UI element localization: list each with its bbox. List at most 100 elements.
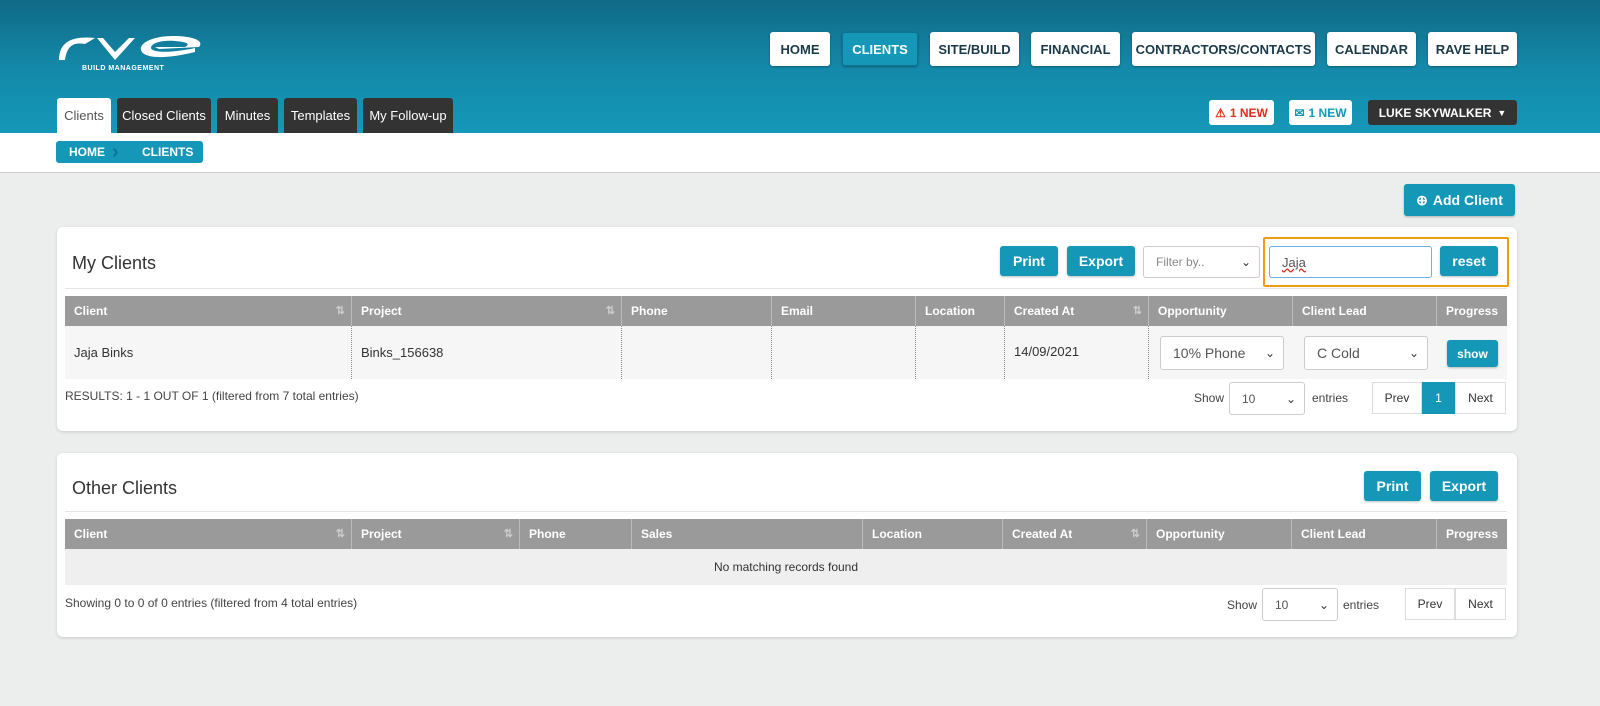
col-created-at[interactable]: Created At ⇅ [1003,519,1147,549]
col-opportunity[interactable]: Opportunity [1149,296,1293,326]
user-name: LUKE SKYWALKER [1378,105,1492,120]
panel-title: My Clients [72,253,157,273]
prev-page-button[interactable]: Prev [1405,588,1455,620]
chevron-down-icon: ⌄ [1318,597,1329,612]
chevron-down-icon: ⌄ [1408,346,1419,360]
breadcrumb-bar [0,133,1600,173]
col-project[interactable]: Project ⇅ [352,519,520,549]
chevron-down-icon: ⌄ [1285,391,1296,406]
sort-icon: ⇅ [605,305,615,317]
col-progress[interactable]: Progress [1437,296,1507,326]
export-button[interactable]: Export [1067,246,1135,276]
warning-badge[interactable]: ⚠ 1 NEW [1209,100,1274,125]
breadcrumb-separator-icon: › [112,141,119,163]
header: BUILD MANAGEMENT HOME CLIENTS SITE/BUILD… [0,0,1600,133]
cell-phone [622,326,772,379]
mail-badge[interactable]: ✉ 1 NEW [1289,100,1352,125]
show-label: Show [1227,598,1258,612]
nav-contractors[interactable]: CONTRACTORS/CONTACTS [1132,32,1315,66]
table-header: Client ⇅ Project ⇅ Phone Sales Location Cr… [65,519,1507,549]
col-opportunity[interactable]: Opportunity [1147,519,1292,549]
col-client-lead[interactable]: Client Lead [1293,296,1437,326]
col-progress[interactable]: Progress [1437,519,1507,549]
warning-count: 1 NEW [1229,105,1268,120]
sort-icon: ⇅ [335,305,345,317]
prev-page-button[interactable]: Prev [1372,382,1422,414]
show-label: Show [1194,391,1225,405]
col-client[interactable]: Client ⇅ [65,296,352,326]
breadcrumb-home[interactable]: HOME [69,145,105,159]
divider [65,511,1507,512]
page-1-button[interactable]: 1 [1422,382,1455,414]
nav-financial[interactable]: FINANCIAL [1031,32,1120,66]
filter-select[interactable]: Filter by.. ⌄ [1143,246,1260,278]
col-created-at[interactable]: Created At ⇅ [1005,296,1149,326]
panel-title: Other Clients [72,478,178,498]
col-location[interactable]: Location [863,519,1003,549]
print-button[interactable]: Print [1364,471,1421,501]
filter-placeholder: Filter by.. [1156,255,1205,269]
divider [65,288,1507,289]
nav-rave-help[interactable]: RAVE HELP [1428,32,1517,66]
entries-label: entries [1343,598,1380,612]
my-clients-panel: My Clients Print Export Filter by.. ⌄ Jaj… [57,227,1517,431]
tab-templates[interactable]: Templates [284,98,357,133]
print-button[interactable]: Print [1000,246,1058,276]
mail-count: 1 NEW [1308,105,1347,120]
export-button[interactable]: Export [1430,471,1498,501]
tab-clients[interactable]: Clients [57,98,111,133]
logo-subtitle: BUILD MANAGEMENT [82,65,165,72]
caret-down-icon: ▼ [1497,107,1507,118]
entries-label: entries [1312,391,1349,405]
nav-home[interactable]: HOME [770,32,830,66]
client-lead-select[interactable]: C Cold ⌄ [1304,336,1428,370]
next-page-button[interactable]: Next [1455,382,1506,414]
tab-minutes[interactable]: Minutes [217,98,278,133]
sort-icon: ⇅ [503,528,513,540]
page-size-select[interactable]: 10 ⌄ [1229,382,1305,415]
nav-site-build[interactable]: SITE/BUILD [930,32,1019,66]
results-summary: RESULTS: 1 - 1 OUT OF 1 (filtered from 7… [65,389,359,403]
table-row: Jaja Binks Binks_156638 14/09/2021 10% P… [65,326,1507,379]
reset-button[interactable]: reset [1440,246,1498,276]
empty-row: No matching records found [65,549,1507,585]
col-client[interactable]: Client ⇅ [65,519,352,549]
breadcrumb: HOME › CLIENTS [56,141,203,163]
add-client-label: Add Client [1432,192,1503,208]
col-phone[interactable]: Phone [622,296,772,326]
cell-created: 14/09/2021 [1005,326,1149,379]
opportunity-select[interactable]: 10% Phone ⌄ [1160,336,1284,370]
sort-icon: ⇅ [335,528,345,540]
col-project[interactable]: Project ⇅ [352,296,622,326]
add-client-button[interactable]: ⊕ Add Client [1404,184,1515,216]
results-summary: Showing 0 to 0 of 0 entries (filtered fr… [65,596,358,610]
col-location[interactable]: Location [916,296,1005,326]
warning-icon: ⚠ [1215,105,1226,120]
nav-clients[interactable]: CLIENTS [842,32,918,66]
nav-calendar[interactable]: CALENDAR [1327,32,1416,66]
tab-closed-clients[interactable]: Closed Clients [117,98,211,133]
cell-email [772,326,916,379]
other-clients-panel: Other Clients Print Export Client ⇅ Proje… [57,453,1517,637]
col-email[interactable]: Email [772,296,916,326]
cell-project: Binks_156638 [352,326,622,379]
sort-icon: ⇅ [1130,528,1140,540]
chevron-down-icon: ⌄ [1264,346,1275,360]
user-menu[interactable]: LUKE SKYWALKER ▼ [1368,100,1517,125]
chevron-down-icon: ⌄ [1240,255,1251,269]
col-phone[interactable]: Phone [520,519,632,549]
plus-circle-icon: ⊕ [1416,191,1428,208]
tab-my-follow-up[interactable]: My Follow-up [363,98,453,133]
search-input[interactable]: Jaja [1269,246,1432,278]
sort-icon: ⇅ [1132,305,1142,317]
col-client-lead[interactable]: Client Lead [1292,519,1437,549]
next-page-button[interactable]: Next [1455,588,1506,620]
page-size-select[interactable]: 10 ⌄ [1262,588,1338,621]
cell-client: Jaja Binks [65,326,352,379]
cell-location [916,326,1005,379]
breadcrumb-clients[interactable]: CLIENTS [142,145,193,159]
mail-icon: ✉ [1294,105,1305,120]
col-sales[interactable]: Sales [632,519,863,549]
show-progress-button[interactable]: show [1447,340,1498,367]
table-header: Client ⇅ Project ⇅ Phone Email Location Cr… [65,296,1507,326]
